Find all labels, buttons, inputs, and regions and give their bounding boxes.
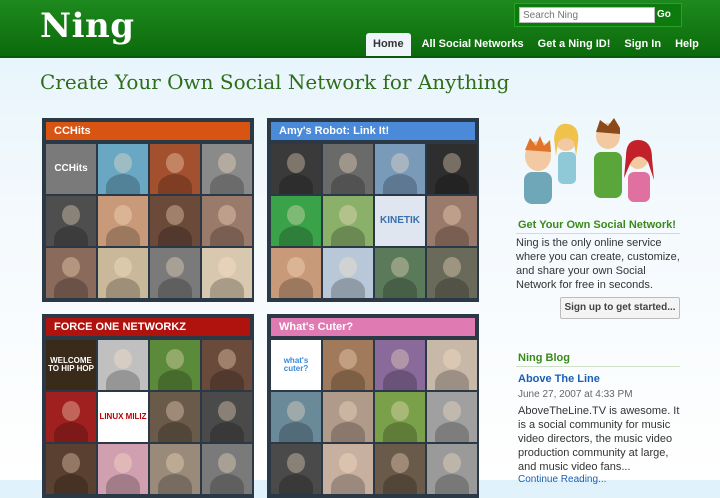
member-thumbnail[interactable] [271,144,321,194]
network-box-force-one[interactable]: FORCE ONE NETWORKZ WELCOME TO HIP HOP LIN… [42,314,254,498]
search-input[interactable] [519,7,655,23]
member-thumbnail[interactable] [46,196,96,246]
member-thumbnail[interactable] [427,340,477,390]
member-thumbnail[interactable] [98,444,148,494]
member-thumbnail[interactable] [150,444,200,494]
member-thumbnail[interactable] [46,444,96,494]
get-network-description: Ning is the only online service where yo… [516,237,680,291]
thumbnail-label: LINUX MILIZ [99,411,147,421]
divider [516,233,680,234]
member-thumbnail[interactable] [427,144,477,194]
member-thumbnail[interactable] [323,196,373,246]
member-thumbnail[interactable]: what's cuter? [271,340,321,390]
member-thumbnail[interactable] [323,248,373,298]
member-thumbnail[interactable] [271,248,321,298]
blog-post-title-link[interactable]: Above The Line [518,373,600,385]
member-thumbnails: WELCOME TO HIP HOP LINUX MILIZ [46,340,252,494]
top-header: Ning Go Home All Social Networks Get a N… [0,0,720,58]
divider [516,366,680,367]
member-thumbnail[interactable] [150,392,200,442]
member-thumbnail[interactable] [202,444,252,494]
thumbnail-label: CCHits [54,162,88,174]
member-thumbnail[interactable] [150,144,200,194]
member-thumbnail[interactable] [202,392,252,442]
nav-get-ning-id[interactable]: Get a Ning ID! [531,33,618,56]
member-thumbnail[interactable] [323,340,373,390]
network-title[interactable]: Amy's Robot: Link It! [271,122,475,140]
get-network-heading: Get Your Own Social Network! [518,219,676,231]
member-thumbnail[interactable] [150,340,200,390]
member-thumbnail[interactable] [323,144,373,194]
member-thumbnail[interactable] [427,392,477,442]
member-thumbnail[interactable] [427,196,477,246]
page-title: Create Your Own Social Network for Anyth… [40,70,510,94]
go-button[interactable]: Go [657,7,671,23]
member-thumbnail[interactable]: KINETIK [375,196,425,246]
network-title[interactable]: What's Cuter? [271,318,475,336]
member-thumbnails: CCHits [46,144,252,298]
member-thumbnail[interactable] [202,248,252,298]
network-title[interactable]: CCHits [46,122,250,140]
member-thumbnail[interactable] [375,444,425,494]
member-thumbnail[interactable] [202,196,252,246]
network-box-whats-cuter[interactable]: What's Cuter? what's cuter? [267,314,479,498]
member-thumbnail[interactable] [46,248,96,298]
member-thumbnail[interactable] [202,340,252,390]
member-thumbnails: what's cuter? [271,340,477,494]
member-thumbnail[interactable] [323,392,373,442]
member-thumbnail[interactable] [375,144,425,194]
nav-help[interactable]: Help [668,33,706,56]
member-thumbnail[interactable] [427,444,477,494]
signup-button[interactable]: Sign up to get started... [560,297,680,319]
thumbnail-label: WELCOME TO HIP HOP [48,355,94,373]
main-nav: Home All Social Networks Get a Ning ID! … [366,33,706,56]
member-thumbnail[interactable] [46,392,96,442]
network-box-cchits[interactable]: CCHits CCHits [42,118,254,302]
nav-all-social-networks[interactable]: All Social Networks [415,33,531,56]
member-thumbnail[interactable] [202,144,252,194]
member-thumbnail[interactable] [98,196,148,246]
member-thumbnail[interactable]: WELCOME TO HIP HOP [46,340,96,390]
blog-post-excerpt: AboveTheLine.TV is awesome. It is a soci… [518,405,680,473]
member-thumbnail[interactable] [323,444,373,494]
member-thumbnail[interactable] [150,196,200,246]
thumbnail-label: KINETIK [380,214,420,226]
member-thumbnail[interactable] [375,340,425,390]
member-thumbnail[interactable]: LINUX MILIZ [98,392,148,442]
network-title[interactable]: FORCE ONE NETWORKZ [46,318,250,336]
thumbnail-label: what's cuter? [283,355,309,373]
network-box-amys-robot[interactable]: Amy's Robot: Link It! KINETIK [267,118,479,302]
member-thumbnail[interactable]: CCHits [46,144,96,194]
member-thumbnail[interactable] [375,248,425,298]
blog-post-date: June 27, 2007 at 4:33 PM [518,389,633,400]
people-illustration [524,118,654,204]
member-thumbnail[interactable] [150,248,200,298]
member-thumbnail[interactable] [375,392,425,442]
ning-blog-heading: Ning Blog [518,352,570,364]
member-thumbnail[interactable] [98,248,148,298]
member-thumbnail[interactable] [98,340,148,390]
nav-home[interactable]: Home [366,33,411,56]
ning-logo[interactable]: Ning [40,6,135,46]
member-thumbnail[interactable] [271,196,321,246]
member-thumbnail[interactable] [271,392,321,442]
nav-sign-in[interactable]: Sign In [617,33,668,56]
search-bar: Go [514,3,682,27]
member-thumbnails: KINETIK [271,144,477,298]
member-thumbnail[interactable] [98,144,148,194]
member-thumbnail[interactable] [427,248,477,298]
member-thumbnail[interactable] [271,444,321,494]
